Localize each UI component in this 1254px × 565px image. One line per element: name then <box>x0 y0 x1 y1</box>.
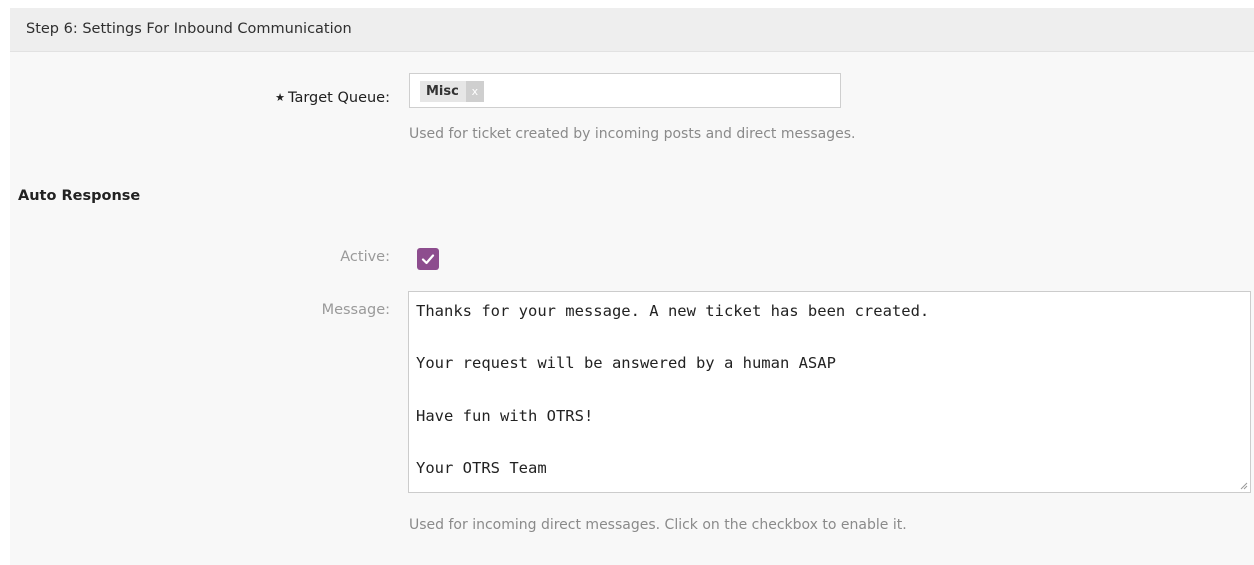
remove-tag-icon[interactable]: x <box>465 81 484 102</box>
target-queue-label-text: Target Queue: <box>288 90 390 106</box>
message-line: Your OTRS Team <box>416 459 547 477</box>
message-label: Message: <box>321 302 390 318</box>
target-queue-input[interactable]: Misc x <box>409 73 841 108</box>
queue-tag-label: Misc <box>426 84 459 99</box>
checkmark-icon <box>421 254 435 265</box>
step-header: Step 6: Settings For Inbound Communicati… <box>10 8 1254 52</box>
target-queue-help: Used for ticket created by incoming post… <box>409 126 856 142</box>
message-line: Your request will be answered by a human… <box>416 354 836 372</box>
message-textarea[interactable]: Thanks for your message. A new ticket ha… <box>408 291 1251 493</box>
message-line: Have fun with OTRS! <box>416 407 594 425</box>
required-star-icon: ★ <box>275 91 285 104</box>
resize-handle-icon[interactable] <box>1238 480 1248 490</box>
target-queue-label: ★ Target Queue: <box>275 90 390 106</box>
step-title: Step 6: Settings For Inbound Communicati… <box>26 21 352 37</box>
inbound-settings-panel: Step 6: Settings For Inbound Communicati… <box>10 8 1254 565</box>
message-line: Thanks for your message. A new ticket ha… <box>416 302 930 320</box>
active-label: Active: <box>340 249 390 265</box>
message-help: Used for incoming direct messages. Click… <box>409 517 907 533</box>
queue-tag-misc: Misc x <box>420 81 484 102</box>
auto-response-heading: Auto Response <box>18 188 141 204</box>
active-checkbox[interactable] <box>417 248 439 270</box>
